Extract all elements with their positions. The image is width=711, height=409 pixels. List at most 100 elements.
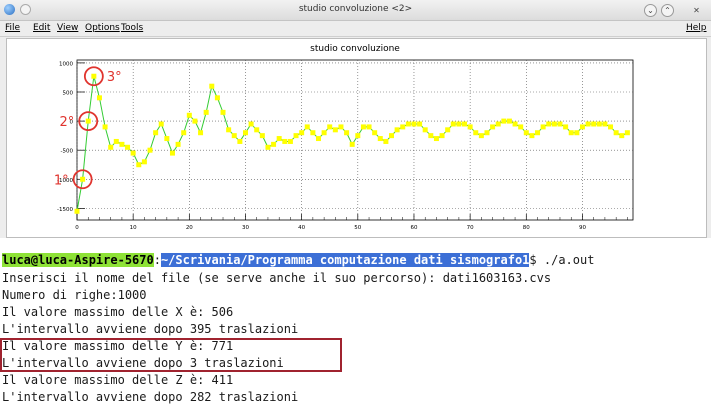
window-title: studio convoluzione <2>	[298, 4, 413, 14]
menu-file[interactable]: File	[5, 23, 20, 33]
data-point	[293, 133, 299, 139]
root-window: studio convoluzione <2> ⌄ ⌃ ✕ File Edit …	[0, 0, 711, 238]
data-point	[535, 130, 541, 136]
data-point	[456, 121, 462, 127]
data-point	[349, 141, 355, 147]
data-point	[439, 133, 445, 139]
data-point	[147, 147, 153, 153]
data-point	[344, 130, 350, 136]
convolution-chart: studio convoluzione-1500-1000-5000500100…	[54, 44, 634, 231]
maximize-icon[interactable]: ⌃	[661, 4, 674, 17]
data-point	[450, 121, 456, 127]
data-point	[383, 138, 389, 144]
data-point	[74, 208, 80, 214]
x-tick-label: 0	[75, 225, 79, 231]
data-point	[198, 130, 204, 136]
y-tick-label: 1000	[59, 61, 73, 67]
data-point	[203, 109, 209, 115]
x-tick-label: 90	[579, 225, 586, 231]
prompt-path: ~/Scrivania/Programma computazione dati …	[160, 253, 530, 267]
data-point	[96, 95, 102, 101]
close-icon[interactable]: ✕	[690, 4, 703, 17]
data-point	[237, 138, 243, 144]
data-point	[389, 133, 395, 139]
data-point	[220, 109, 226, 115]
data-point	[411, 121, 417, 127]
annotation-label: 2°	[59, 115, 74, 130]
data-point	[282, 138, 288, 144]
data-point	[417, 121, 423, 127]
data-point	[551, 121, 557, 127]
y-tick-label: -1500	[57, 207, 73, 213]
data-point	[254, 127, 260, 133]
data-point	[231, 133, 237, 139]
x-tick-label: 20	[186, 225, 193, 231]
data-point	[433, 136, 439, 142]
data-point	[445, 127, 451, 133]
data-point	[574, 130, 580, 136]
menu-view[interactable]: View	[57, 23, 78, 33]
x-tick-label: 30	[242, 225, 249, 231]
data-point	[321, 130, 327, 136]
data-point	[484, 130, 490, 136]
data-point	[271, 141, 277, 147]
data-point	[276, 136, 282, 142]
data-point	[478, 133, 484, 139]
data-point	[102, 124, 108, 130]
prompt-command: $ ./a.out	[529, 253, 595, 267]
data-point	[624, 130, 630, 136]
data-point	[113, 138, 119, 144]
data-point	[540, 124, 546, 130]
data-point	[506, 118, 512, 124]
data-point	[602, 121, 608, 127]
data-point	[169, 150, 175, 156]
menu-edit[interactable]: Edit	[33, 23, 50, 33]
data-point	[405, 121, 411, 127]
data-point	[192, 118, 198, 124]
data-point	[546, 121, 552, 127]
menu-help[interactable]: Help	[686, 23, 707, 33]
data-point	[332, 127, 338, 133]
terminal-line: L'intervallo avviene dopo 282 traslazion…	[2, 390, 299, 404]
annotation-label: 1°	[54, 173, 69, 188]
data-point	[523, 130, 529, 136]
data-point	[265, 144, 271, 150]
data-point	[591, 121, 597, 127]
data-point	[310, 130, 316, 136]
menu-options[interactable]: Options	[85, 23, 120, 33]
data-point	[394, 127, 400, 133]
terminal-line: Numero di righe:1000	[2, 288, 147, 302]
x-tick-label: 40	[298, 225, 305, 231]
data-point	[563, 124, 569, 130]
menu-tools[interactable]: Tools	[121, 23, 143, 33]
data-point	[80, 176, 86, 182]
data-point	[585, 121, 591, 127]
minimize-icon[interactable]: ⌄	[644, 4, 657, 17]
prompt-separator: :	[153, 253, 161, 267]
data-point	[428, 133, 434, 139]
data-point	[557, 121, 563, 127]
plot-canvas[interactable]: studio convoluzione -1500 -1000 -500 0 500 100…	[6, 38, 707, 238]
data-point	[259, 133, 265, 139]
data-point	[108, 144, 114, 150]
data-point	[327, 124, 333, 130]
data-point	[377, 136, 383, 142]
data-point	[366, 124, 372, 130]
data-point	[304, 124, 310, 130]
x-tick-label: 80	[523, 225, 530, 231]
data-point	[299, 130, 305, 136]
title-bar[interactable]: studio convoluzione <2> ⌄ ⌃ ✕	[0, 0, 711, 21]
x-tick-label: 10	[130, 225, 137, 231]
terminal-line: Inserisci il nome del file (se serve anc…	[2, 271, 552, 285]
data-point	[619, 133, 625, 139]
data-point	[119, 141, 125, 147]
data-point	[91, 73, 97, 79]
data-point	[214, 95, 220, 101]
terminal-line: Il valore massimo delle X è: 506	[2, 305, 234, 319]
terminal-line: L'intervallo avviene dopo 395 traslazion…	[2, 322, 299, 336]
data-point	[473, 130, 479, 136]
data-point	[355, 133, 361, 139]
data-point	[512, 121, 518, 127]
data-point	[338, 124, 344, 130]
data-point	[125, 144, 131, 150]
